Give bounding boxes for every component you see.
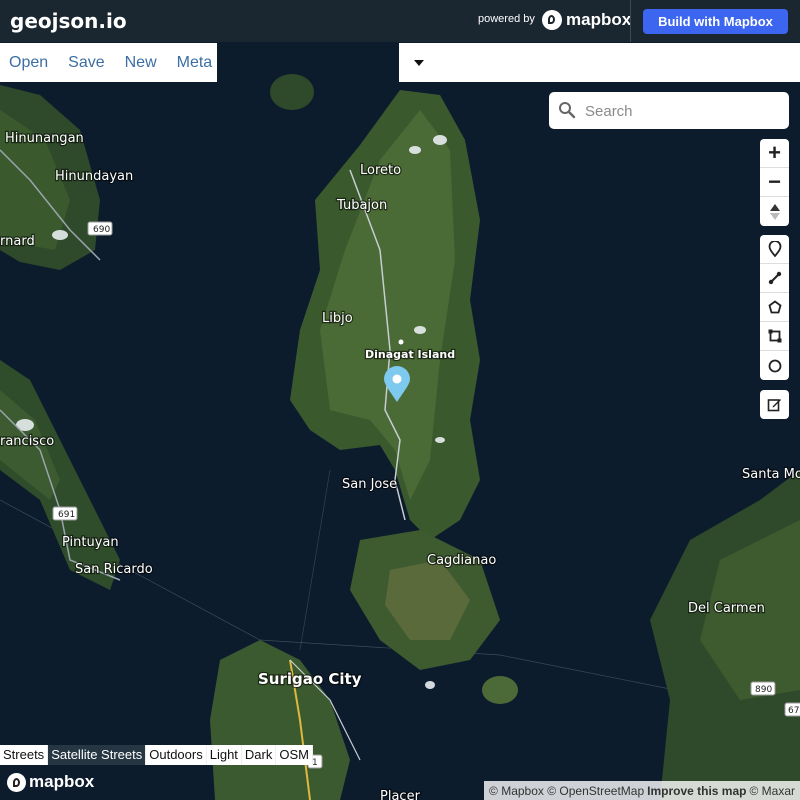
mapbox-footer-icon bbox=[7, 772, 26, 792]
map-label-santa-monica: Santa Mon bbox=[742, 467, 800, 482]
style-outdoors[interactable]: Outdoors bbox=[146, 745, 207, 765]
edit-control bbox=[760, 390, 789, 419]
road-shield-691: 691 bbox=[52, 506, 78, 521]
road-shield-670: 670 bbox=[784, 702, 800, 717]
powered-by-label: powered by bbox=[478, 13, 535, 25]
compass-icon bbox=[769, 203, 780, 220]
attribution-osm[interactable]: © OpenStreetMap bbox=[547, 784, 644, 798]
attribution-mapbox[interactable]: © Mapbox bbox=[489, 784, 544, 798]
map-label-cagdianao: Cagdianao bbox=[427, 553, 496, 568]
map-label-hinundayan: Hinundayan bbox=[55, 169, 133, 184]
menu-meta[interactable]: Meta bbox=[177, 54, 213, 72]
map-label-san-francisco: rancisco bbox=[0, 434, 54, 449]
map-label-hinunangan: Hinunangan bbox=[5, 131, 84, 146]
edit-button[interactable] bbox=[760, 390, 789, 419]
file-menu: Open Save New Meta bbox=[0, 43, 217, 82]
map-attribution: © Mapbox © OpenStreetMap Improve this ma… bbox=[484, 781, 800, 800]
rectangle-icon bbox=[768, 329, 781, 343]
svg-text:670: 670 bbox=[788, 706, 800, 716]
draw-circle-button[interactable] bbox=[760, 351, 789, 380]
mapbox-icon bbox=[542, 10, 562, 30]
mapbox-footer-text: mapbox bbox=[29, 772, 95, 791]
search-icon bbox=[559, 102, 576, 119]
caret-down-icon[interactable] bbox=[414, 60, 424, 66]
zoom-out-button[interactable]: − bbox=[760, 168, 789, 197]
road-shield-690: 690 bbox=[87, 221, 113, 236]
attribution-maxar[interactable]: © Maxar bbox=[749, 784, 795, 798]
map-label-tubajon: Tubajon bbox=[336, 198, 387, 213]
style-dark[interactable]: Dark bbox=[242, 745, 277, 765]
map-label-surigao-city: Surigao City bbox=[258, 670, 362, 688]
zoom-in-button[interactable]: + bbox=[760, 139, 789, 168]
build-with-mapbox-button[interactable]: Build with Mapbox bbox=[643, 9, 788, 34]
line-icon bbox=[768, 271, 781, 285]
style-satellite-streets[interactable]: Satellite Streets bbox=[48, 745, 147, 765]
menu-save[interactable]: Save bbox=[68, 54, 104, 72]
map-style-switcher: Streets Satellite Streets Outdoors Light… bbox=[0, 745, 313, 765]
map-label-san-jose: San Jose bbox=[342, 477, 397, 492]
menu-open[interactable]: Open bbox=[9, 54, 48, 72]
polygon-icon bbox=[767, 300, 782, 314]
compass-button[interactable] bbox=[760, 197, 789, 226]
search-box bbox=[549, 92, 789, 129]
menu-new[interactable]: New bbox=[125, 54, 157, 72]
mapbox-logo-text: mapbox bbox=[566, 10, 632, 29]
marker-icon bbox=[768, 241, 781, 257]
app-title: geojson.io bbox=[10, 9, 127, 33]
map-label-pintuyan: Pintuyan bbox=[62, 535, 119, 550]
improve-map-link[interactable]: Improve this map bbox=[647, 784, 746, 798]
road-shield-890: 890 bbox=[750, 681, 776, 696]
zoom-controls: + − bbox=[760, 139, 789, 226]
draw-line-button[interactable] bbox=[760, 264, 789, 293]
panel-header bbox=[399, 43, 800, 82]
search-input[interactable] bbox=[583, 98, 782, 124]
map-label-dinagat: Dinagat Island bbox=[365, 348, 455, 361]
svg-text:890: 890 bbox=[755, 685, 772, 695]
edit-icon bbox=[767, 399, 781, 412]
map-label-placer: Placer bbox=[380, 789, 421, 800]
map-label-libjo: Libjo bbox=[322, 311, 353, 326]
draw-rectangle-button[interactable] bbox=[760, 322, 789, 351]
style-osm[interactable]: OSM bbox=[276, 745, 313, 765]
draw-toolbar bbox=[760, 235, 789, 380]
svg-text:691: 691 bbox=[58, 510, 75, 520]
draw-polygon-button[interactable] bbox=[760, 293, 789, 322]
map-label-del-carmen: Del Carmen bbox=[688, 601, 765, 616]
circle-icon bbox=[768, 359, 781, 372]
map-label-bernard: rnard bbox=[0, 234, 35, 249]
mapbox-footer-logo[interactable]: mapbox bbox=[7, 772, 94, 792]
mapbox-logo[interactable]: mapbox bbox=[542, 10, 631, 30]
style-streets[interactable]: Streets bbox=[0, 745, 49, 765]
map-label-loreto: Loreto bbox=[360, 163, 401, 178]
map-label-san-ricardo: San Ricardo bbox=[75, 562, 153, 577]
svg-text:690: 690 bbox=[93, 225, 110, 235]
draw-marker-button[interactable] bbox=[760, 235, 789, 264]
style-light[interactable]: Light bbox=[207, 745, 242, 765]
header-divider bbox=[630, 0, 631, 42]
